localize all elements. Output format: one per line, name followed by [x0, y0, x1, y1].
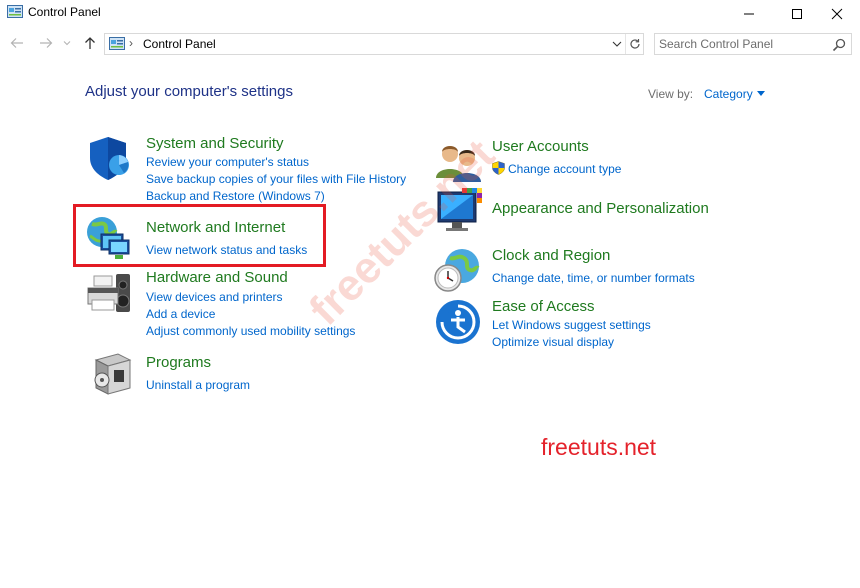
category-hardware-sound[interactable]: Hardware and Sound	[146, 269, 288, 286]
address-bar[interactable]: › Control Panel	[104, 33, 644, 55]
link-mobility-settings[interactable]: Adjust commonly used mobility settings	[146, 324, 355, 338]
control-panel-icon	[7, 5, 23, 18]
printer-speaker-icon[interactable]	[86, 270, 134, 318]
link-devices-printers[interactable]: View devices and printers	[146, 290, 283, 304]
chevron-down-icon	[612, 41, 622, 47]
window-title: Control Panel	[28, 5, 101, 19]
view-by-label: View by:	[648, 87, 694, 101]
highlight-annotation-box	[73, 204, 326, 267]
category-programs[interactable]: Programs	[146, 354, 211, 371]
forward-button[interactable]	[36, 33, 56, 53]
arrow-right-icon	[40, 38, 53, 48]
recent-locations-button[interactable]	[60, 33, 74, 53]
search-box[interactable]	[654, 33, 852, 55]
clock-globe-icon[interactable]	[434, 246, 482, 294]
breadcrumb-control-panel[interactable]: Control Panel	[143, 37, 216, 51]
arrow-left-icon	[10, 38, 23, 48]
link-file-history[interactable]: Save backup copies of your files with Fi…	[146, 172, 406, 186]
link-date-time-formats[interactable]: Change date, time, or number formats	[492, 271, 695, 285]
category-appearance[interactable]: Appearance and Personalization	[492, 200, 709, 217]
category-clock-region[interactable]: Clock and Region	[492, 247, 610, 264]
watermark-text: freetuts.net	[541, 434, 657, 460]
title-bar: Control Panel	[0, 0, 860, 28]
page-title: Adjust your computer's settings	[85, 83, 293, 100]
link-add-device[interactable]: Add a device	[146, 307, 215, 321]
navigation-bar: › Control Panel	[0, 30, 860, 58]
link-windows-suggest[interactable]: Let Windows suggest settings	[492, 318, 651, 332]
control-panel-icon	[109, 37, 125, 50]
up-button[interactable]	[80, 33, 100, 53]
refresh-icon	[629, 39, 640, 49]
search-icon[interactable]	[831, 37, 847, 53]
category-ease-of-access[interactable]: Ease of Access	[492, 298, 595, 315]
chevron-down-icon	[63, 41, 71, 46]
back-button[interactable]	[7, 33, 27, 53]
link-review-status[interactable]: Review your computer's status	[146, 155, 309, 169]
category-system-security[interactable]: System and Security	[146, 135, 284, 152]
link-backup-restore[interactable]: Backup and Restore (Windows 7)	[146, 189, 325, 203]
minimize-button[interactable]	[726, 0, 772, 28]
category-user-accounts[interactable]: User Accounts	[492, 138, 589, 155]
link-optimize-display[interactable]: Optimize visual display	[492, 335, 614, 349]
address-dropdown-button[interactable]	[609, 36, 625, 52]
view-by-dropdown[interactable]: Category	[704, 87, 753, 101]
caret-down-icon[interactable]	[757, 91, 765, 96]
shield-icon[interactable]	[86, 134, 134, 182]
search-input[interactable]	[659, 36, 825, 52]
maximize-icon	[792, 9, 802, 19]
close-icon	[831, 8, 843, 20]
close-button[interactable]	[814, 0, 860, 28]
arrow-up-icon	[85, 37, 95, 49]
minimize-icon	[744, 13, 754, 15]
programs-box-icon[interactable]	[88, 350, 136, 398]
ease-of-access-icon[interactable]	[434, 298, 482, 346]
breadcrumb-separator[interactable]: ›	[129, 36, 133, 50]
link-change-account-type[interactable]: Change account type	[508, 162, 621, 176]
refresh-button[interactable]	[625, 34, 643, 54]
link-uninstall-program[interactable]: Uninstall a program	[146, 378, 250, 392]
